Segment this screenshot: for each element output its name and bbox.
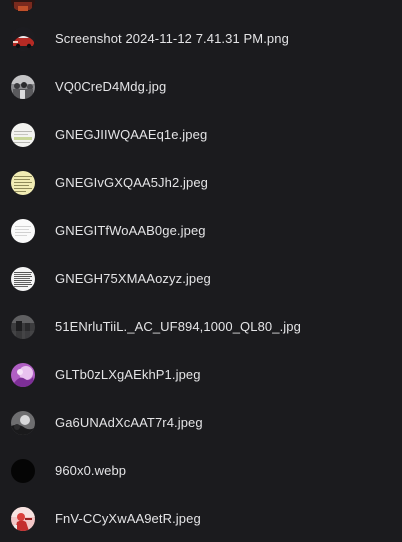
file-row[interactable]: 960x0.webp: [0, 447, 402, 495]
bw-figure-thumbnail-icon: [11, 411, 35, 435]
white-text-thumbnail-icon: [11, 219, 35, 243]
dark-gray-thumbnail-icon: [11, 315, 35, 339]
purple-art-thumbnail-icon: [11, 363, 35, 387]
file-row[interactable]: GLTb0zLXgAEkhP1.jpeg: [0, 351, 402, 399]
file-name: VQ0CreD4Mdg.jpg: [55, 79, 167, 94]
file-name: GNEGIvGXQAA5Jh2.jpeg: [55, 175, 209, 190]
file-name: GNEGJIIWQAAEq1e.jpeg: [55, 127, 208, 142]
file-row[interactable]: GNEGJIIWQAAEq1e.jpeg: [0, 111, 402, 159]
file-name: GLTb0zLXgAEkhP1.jpeg: [55, 367, 201, 382]
file-name: FnV-CCyXwAA9etR.jpeg: [55, 511, 201, 526]
file-row[interactable]: Ga6UNAdXcAAT7r4.jpeg: [0, 399, 402, 447]
dense-text-thumbnail-icon: [11, 267, 35, 291]
file-list: Screenshot 2024-11-12 7.41.31 PM.png VQ0…: [0, 0, 402, 542]
file-name: 960x0.webp: [55, 463, 127, 478]
file-row[interactable]: GNEGITfWoAAB0ge.jpeg: [0, 207, 402, 255]
file-name: GNEGITfWoAAB0ge.jpeg: [55, 223, 206, 238]
file-row[interactable]: FnV-CCyXwAA9etR.jpeg: [0, 495, 402, 542]
red-dark-thumbnail-icon: [11, 0, 35, 12]
file-name: Ga6UNAdXcAAT7r4.jpeg: [55, 415, 203, 430]
pink-figure-thumbnail-icon: [11, 507, 35, 531]
yellow-text-thumbnail-icon: [11, 171, 35, 195]
black-thumbnail-icon: [11, 459, 35, 483]
grayscale-crowd-thumbnail-icon: [11, 75, 35, 99]
file-row[interactable]: Screenshot 2024-11-12 7.41.31 PM.png: [0, 15, 402, 63]
file-row[interactable]: 51ENrluTiiL._AC_UF894,1000_QL80_.jpg: [0, 303, 402, 351]
file-name: Screenshot 2024-11-12 7.41.31 PM.png: [55, 31, 289, 46]
file-name: GNEGH75XMAAozyz.jpeg: [55, 271, 211, 286]
file-row[interactable]: GNEGIvGXQAA5Jh2.jpeg: [0, 159, 402, 207]
file-row[interactable]: GNEGH75XMAAozyz.jpeg: [0, 255, 402, 303]
file-name: 51ENrluTiiL._AC_UF894,1000_QL80_.jpg: [55, 319, 301, 334]
document-page-thumbnail-icon: [11, 123, 35, 147]
file-row[interactable]: VQ0CreD4Mdg.jpg: [0, 63, 402, 111]
car-red-thumbnail-icon: [11, 27, 35, 51]
